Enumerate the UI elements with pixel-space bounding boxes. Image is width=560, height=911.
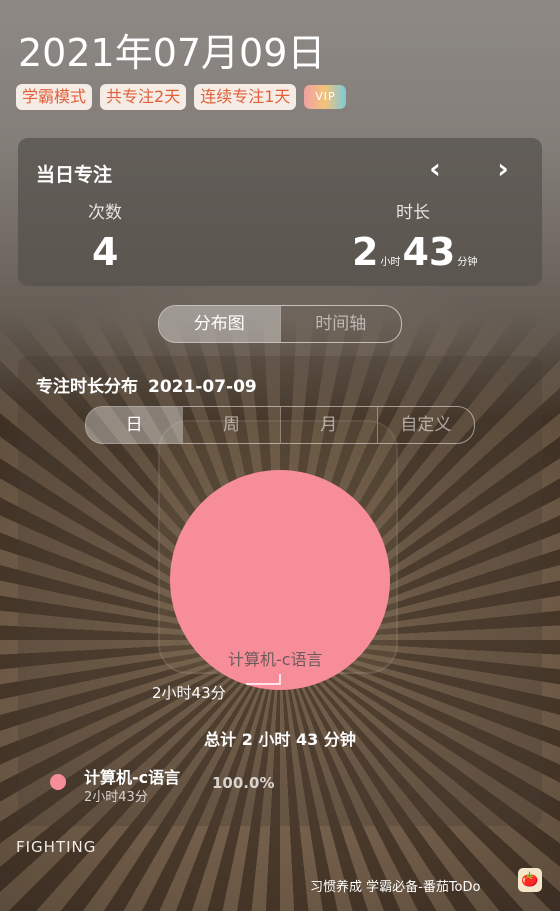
- duration-hours-unit: 小时: [380, 257, 401, 268]
- motto-text: FIGHTING: [16, 838, 97, 856]
- tab-timeline[interactable]: 时间轴: [279, 306, 402, 342]
- count-label: 次数: [88, 203, 122, 223]
- screen: 2021年07月09日 学霸模式 共专注2天 连续专注1天 VIP 当日专注 ‹…: [0, 0, 560, 911]
- tag-study-mode: 学霸模式: [16, 84, 93, 110]
- legend-color-dot: [50, 774, 66, 790]
- daily-focus-card: 当日专注 ‹ › 次数 时长 4 2 小时43 分钟: [18, 138, 542, 286]
- pie-slice-label: 计算机-c语言: [228, 650, 323, 669]
- legend-percent: 100.0%: [212, 774, 275, 792]
- duration-label: 时长: [396, 203, 430, 223]
- segment-week[interactable]: 周: [182, 407, 279, 443]
- distribution-card: 专注时长分布 2021-07-09 日 周 月 自定义: [18, 356, 542, 826]
- duration-minutes-unit: 分钟: [457, 257, 478, 268]
- duration-hours: 2: [352, 230, 379, 274]
- legend-name: 计算机-c语言: [84, 768, 181, 787]
- tag-row: 学霸模式 共专注2天 连续专注1天 VIP: [16, 84, 347, 110]
- distribution-title-text: 专注时长分布: [36, 377, 138, 397]
- tab-distribution[interactable]: 分布图: [159, 306, 280, 342]
- duration-minutes: 43: [402, 230, 456, 274]
- tag-streak-days: 连续专注1天: [194, 84, 297, 110]
- chevron-left-icon[interactable]: ‹: [418, 152, 452, 186]
- daily-focus-title: 当日专注: [36, 164, 113, 186]
- tomato-icon[interactable]: 🍅: [518, 868, 542, 892]
- segment-day[interactable]: 日: [86, 407, 183, 443]
- duration-value: 2 小时43 分钟: [352, 230, 479, 274]
- footer-slogan: 习惯养成 学霸必备-番茄ToDo: [310, 880, 481, 895]
- period-segmented-control: 日 周 月 自定义: [85, 406, 475, 444]
- view-toggle: 分布图 时间轴: [158, 305, 402, 343]
- vip-badge[interactable]: VIP: [304, 85, 347, 109]
- total-duration: 总计 2 小时 43 分钟: [204, 730, 356, 749]
- chevron-right-icon[interactable]: ›: [486, 152, 520, 186]
- pie-callout-value: 2小时43分: [152, 684, 226, 702]
- page-date-title: 2021年07月09日: [18, 31, 326, 75]
- distribution-date: 2021-07-09: [148, 377, 257, 397]
- legend-duration: 2小时43分: [84, 790, 148, 805]
- tag-total-days: 共专注2天: [100, 84, 187, 110]
- count-value: 4: [92, 230, 119, 274]
- segment-month[interactable]: 月: [279, 407, 377, 443]
- segment-custom[interactable]: 自定义: [376, 407, 474, 443]
- distribution-title: 专注时长分布 2021-07-09: [36, 372, 257, 397]
